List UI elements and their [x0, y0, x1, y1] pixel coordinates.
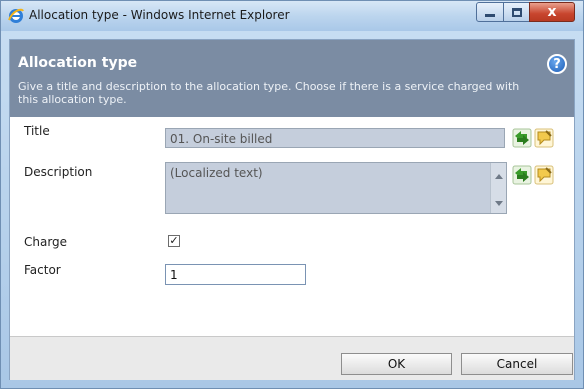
maximize-button[interactable]	[503, 2, 530, 22]
help-icon[interactable]: ?	[547, 54, 567, 74]
dialog-footer: OK Cancel	[10, 336, 574, 380]
description-label: Description	[24, 165, 93, 179]
title-bar[interactable]: Allocation type - Windows Internet Explo…	[1, 1, 583, 31]
scroll-down-icon[interactable]	[495, 201, 503, 206]
translate-icon[interactable]	[512, 165, 532, 185]
page-description: Give a title and description to the allo…	[18, 80, 520, 106]
ie-icon	[8, 8, 24, 23]
close-icon: x	[547, 4, 557, 20]
scroll-up-icon[interactable]	[495, 174, 503, 179]
factor-label: Factor	[24, 263, 61, 277]
charge-label: Charge	[24, 235, 68, 249]
dialog-content: Allocation type Give a title and descrip…	[9, 39, 575, 380]
charge-checkbox[interactable]: ✓	[168, 235, 180, 247]
title-label: Title	[24, 124, 50, 138]
close-button[interactable]: x	[529, 2, 575, 22]
minimize-icon	[485, 14, 495, 17]
translate-icon[interactable]	[512, 128, 532, 148]
page-title: Allocation type	[18, 55, 138, 71]
factor-input[interactable]	[165, 264, 306, 285]
title-field[interactable]: 01. On-site billed	[165, 128, 505, 148]
dialog-header: Allocation type Give a title and descrip…	[10, 40, 574, 117]
window-title: Allocation type - Windows Internet Explo…	[29, 8, 290, 22]
comment-icon[interactable]	[534, 128, 554, 148]
comment-icon[interactable]	[534, 165, 554, 185]
ok-button[interactable]: OK	[341, 353, 452, 375]
description-field[interactable]: (Localized text)	[165, 162, 507, 214]
minimize-button[interactable]	[476, 2, 504, 22]
cancel-button[interactable]: Cancel	[461, 353, 573, 375]
maximize-icon	[511, 7, 522, 17]
description-value: (Localized text)	[170, 166, 263, 180]
description-scrollbar[interactable]	[490, 163, 506, 213]
browser-window: Allocation type - Windows Internet Explo…	[0, 0, 584, 389]
